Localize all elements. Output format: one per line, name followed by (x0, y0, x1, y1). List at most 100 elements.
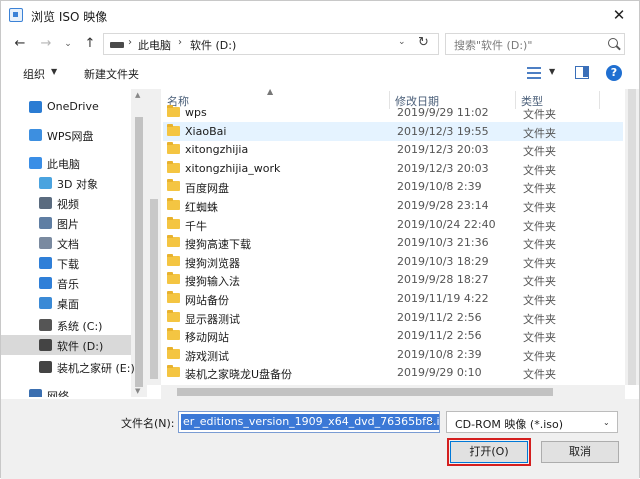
sidebar-scroll-thumb[interactable] (135, 117, 143, 387)
file-row[interactable]: 搜狗浏览器 2019/10/3 18:29 文件夹 (163, 252, 623, 271)
view-options-icon[interactable] (527, 67, 541, 79)
file-type: 文件夹 (523, 349, 556, 363)
file-type: 文件夹 (523, 238, 556, 252)
file-date: 2019/12/3 20:03 (397, 161, 489, 175)
sidebar-item-label: 网络 (47, 390, 69, 397)
breadcrumb-this-pc[interactable]: 此电脑 (138, 37, 171, 53)
navigation-pane: ▲ ▼ OneDrive WPS网盘此电脑 3D 对象 视频图片文档下载音乐桌面系统 … (1, 89, 147, 397)
sidebar-item[interactable]: 视频 (1, 193, 131, 213)
address-bar[interactable]: › 此电脑 › 软件 (D:) ⌄ ↻ (103, 33, 439, 55)
file-row[interactable]: xitongzhijia_work 2019/12/3 20:03 文件夹 (163, 159, 623, 178)
file-row[interactable]: 搜狗输入法 2019/9/28 18:27 文件夹 (163, 270, 623, 289)
sidebar-item[interactable]: 网络 (1, 385, 131, 397)
file-row[interactable]: 千牛 2019/10/24 22:40 文件夹 (163, 215, 623, 234)
close-button[interactable]: ✕ (607, 4, 631, 26)
view-dropdown-icon[interactable]: ▼ (549, 67, 555, 76)
forward-button[interactable]: → (37, 34, 55, 54)
horizontal-scroll-thumb[interactable] (177, 388, 553, 396)
folder-icon (167, 346, 180, 359)
file-type: 文件夹 (523, 275, 556, 289)
file-row[interactable]: 游戏测试 2019/10/8 2:39 文件夹 (163, 345, 623, 364)
file-name: 千牛 (185, 219, 207, 233)
filetype-select[interactable]: CD-ROM 映像 (*.iso) ⌄ (446, 411, 618, 433)
recent-locations-button[interactable]: ⌄ (59, 34, 77, 54)
scroll-up-icon[interactable]: ▲ (135, 91, 140, 99)
sidebar-item[interactable]: 图片 (1, 213, 131, 233)
drive-icon (39, 339, 52, 351)
file-row[interactable]: 百度网盘 2019/10/8 2:39 文件夹 (163, 177, 623, 196)
list-vertical-scrollbar[interactable] (625, 89, 639, 385)
sidebar-item[interactable]: 系统 (C:) (1, 315, 131, 335)
breadcrumb-drive-d[interactable]: 软件 (D:) (190, 37, 236, 53)
folder-icon (167, 365, 180, 378)
help-icon[interactable]: ? (606, 65, 622, 81)
computer-icon (29, 157, 42, 169)
sidebar-item[interactable]: OneDrive (1, 97, 131, 117)
file-list: 名称 ▲ 修改日期 类型 wps 2019/9/29 11:02 文件夹 XiaoBa… (149, 89, 625, 381)
drive-icon (39, 361, 52, 373)
file-row[interactable]: wps 2019/9/29 11:02 文件夹 (163, 103, 623, 122)
sidebar-item[interactable]: 此电脑 (1, 153, 131, 173)
list-scroll-thumb[interactable] (628, 89, 636, 385)
sidebar-item-label: 软件 (D:) (57, 340, 104, 353)
sidebar-item[interactable]: 装机之家研 (E:) (1, 357, 135, 377)
file-row[interactable]: xitongzhijia 2019/12/3 20:03 文件夹 (163, 140, 623, 159)
file-name: xitongzhijia (185, 143, 249, 157)
sort-ascending-icon: ▲ (267, 89, 274, 96)
sidebar-scrollbar[interactable]: ▲ ▼ (131, 89, 147, 397)
new-folder-button[interactable]: 新建文件夹 (84, 66, 139, 82)
sidebar-item-label: 音乐 (57, 278, 79, 291)
refresh-icon[interactable]: ↻ (418, 35, 429, 50)
up-button[interactable]: ↑ (81, 34, 99, 54)
file-name: xitongzhijia_work (185, 161, 281, 175)
file-row[interactable]: XiaoBai 2019/12/3 19:55 文件夹 (163, 121, 623, 141)
sidebar-item-label: 图片 (57, 218, 79, 231)
download-icon (39, 257, 52, 269)
video-icon (39, 197, 52, 209)
breadcrumb-separator[interactable]: › (128, 37, 132, 48)
file-name: 网站备份 (185, 294, 229, 307)
filename-selected-text[interactable]: er_editions_version_1909_x64_dvd_76365bf… (181, 414, 439, 430)
sidebar-item[interactable]: 文档 (1, 233, 131, 253)
filename-dropdown-icon[interactable]: ⌄ (428, 416, 435, 425)
app-icon (9, 8, 23, 22)
file-type: 文件夹 (523, 145, 556, 159)
picture-icon (39, 217, 52, 229)
address-dropdown-icon[interactable]: ⌄ (398, 37, 406, 47)
file-row[interactable]: 移动网站 2019/11/2 2:56 文件夹 (163, 326, 623, 345)
file-row[interactable]: 红蜘蛛 2019/9/28 23:14 文件夹 (163, 196, 623, 215)
search-input[interactable]: 搜索"软件 (D:)" (445, 33, 625, 55)
file-row[interactable]: 装机之家晓龙U盘备份 2019/9/29 0:10 文件夹 (163, 363, 623, 381)
file-row[interactable]: 显示器测试 2019/11/2 2:56 文件夹 (163, 308, 623, 327)
sidebar-item-label: OneDrive (47, 100, 99, 113)
breadcrumb-separator[interactable]: › (178, 37, 182, 48)
sidebar-item[interactable]: 下载 (1, 253, 131, 273)
sidebar-item[interactable]: 软件 (D:) (1, 335, 131, 355)
highlight-annotation-box (447, 438, 531, 466)
sidebar-item[interactable]: WPS网盘 (1, 125, 131, 145)
file-type: 文件夹 (523, 163, 556, 177)
search-icon[interactable] (608, 38, 618, 48)
filename-input[interactable]: er_editions_version_1909_x64_dvd_76365bf… (178, 411, 440, 433)
file-row[interactable]: 网站备份 2019/11/19 4:22 文件夹 (163, 289, 623, 308)
filetype-dropdown-icon[interactable]: ⌄ (603, 418, 610, 427)
preview-pane-icon[interactable] (575, 66, 589, 79)
file-date: 2019/11/2 2:56 (397, 329, 482, 343)
back-button[interactable]: ← (11, 34, 29, 54)
file-type: 文件夹 (523, 294, 556, 307)
organize-dropdown-icon[interactable]: ▼ (51, 67, 57, 76)
file-name: wps (185, 106, 207, 119)
sidebar-item-label: 下载 (57, 258, 79, 271)
bottom-panel: 文件名(N): er_editions_version_1909_x64_dvd… (1, 399, 639, 479)
cancel-button[interactable]: 取消 (541, 441, 619, 463)
sidebar-item[interactable]: 桌面 (1, 293, 131, 313)
file-row[interactable]: 搜狗高速下载 2019/10/3 21:36 文件夹 (163, 233, 623, 252)
file-date: 2019/11/2 2:56 (397, 310, 482, 324)
sidebar-item[interactable]: 3D 对象 (1, 173, 131, 193)
sidebar-item-label: 桌面 (57, 298, 79, 311)
file-date: 2019/9/28 23:14 (397, 199, 489, 212)
sidebar-item[interactable]: 音乐 (1, 273, 131, 293)
organize-button[interactable]: 组织 (23, 66, 45, 82)
scroll-down-icon[interactable]: ▼ (135, 387, 140, 395)
horizontal-scrollbar[interactable] (161, 385, 625, 399)
